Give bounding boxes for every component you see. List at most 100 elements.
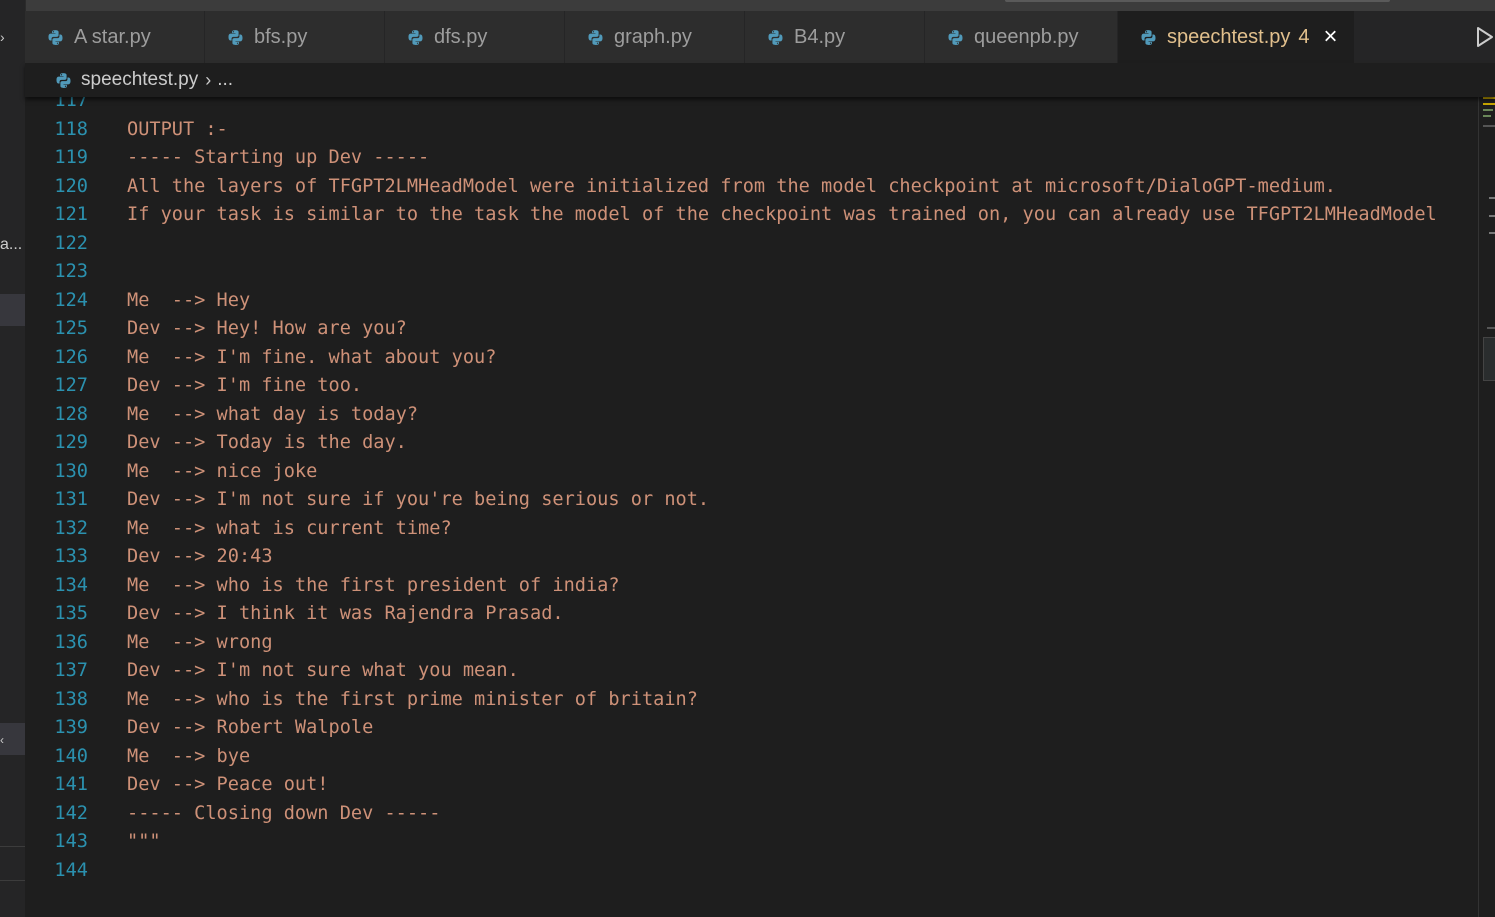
- code-text[interactable]: If your task is similar to the task the …: [127, 201, 1437, 230]
- tab-a-star[interactable]: A star.py: [25, 11, 205, 63]
- code-line[interactable]: 133 Dev --> 20:43: [25, 543, 1478, 572]
- minimap-marker: [1489, 232, 1495, 234]
- editor-scrollbar[interactable]: [1478, 97, 1495, 917]
- tab-dfs[interactable]: dfs.py: [385, 11, 565, 63]
- python-icon: [1141, 29, 1156, 45]
- code-line[interactable]: 144: [25, 857, 1478, 886]
- tab-label: queenpb.py: [974, 25, 1079, 48]
- code-text[interactable]: Dev --> I think it was Rajendra Prasad.: [127, 600, 564, 629]
- minimap-marker: [1489, 215, 1495, 217]
- tab-bar-empty-area: [1355, 11, 1495, 63]
- code-line[interactable]: 123: [25, 258, 1478, 287]
- breadcrumb-file[interactable]: speechtest.py: [81, 69, 198, 91]
- code-line[interactable]: 120 All the layers of TFGPT2LMHeadModel w…: [25, 173, 1478, 202]
- code-text[interactable]: Dev --> I'm fine too.: [127, 372, 362, 401]
- code-line[interactable]: 119 ----- Starting up Dev -----: [25, 144, 1478, 173]
- tab-speechtest[interactable]: speechtest.py 4 ×: [1118, 11, 1355, 63]
- command-center[interactable]: [1005, 0, 1390, 2]
- code-line[interactable]: 143 """: [25, 828, 1478, 857]
- code-line[interactable]: 130 Me --> nice joke: [25, 458, 1478, 487]
- code-line[interactable]: 118 OUTPUT :-: [25, 116, 1478, 145]
- code-text[interactable]: Me --> bye: [127, 743, 250, 772]
- code-text[interactable]: Dev --> Hey! How are you?: [127, 315, 407, 344]
- code-text[interactable]: Me --> wrong: [127, 629, 273, 658]
- code-text[interactable]: ----- Closing down Dev -----: [127, 800, 440, 829]
- code-text[interactable]: Me --> what is current time?: [127, 515, 452, 544]
- code-text[interactable]: Me --> nice joke: [127, 458, 317, 487]
- code-text[interactable]: Dev --> Peace out!: [127, 771, 329, 800]
- line-number: 142: [54, 802, 88, 824]
- sidebar-marker: ‹: [0, 733, 4, 747]
- line-number: 136: [54, 631, 88, 653]
- tab-b4[interactable]: B4.py: [745, 11, 925, 63]
- tab-bfs[interactable]: bfs.py: [205, 11, 385, 63]
- code-line[interactable]: 132 Me --> what is current time?: [25, 515, 1478, 544]
- code-line[interactable]: 117: [25, 97, 1478, 116]
- line-number: 124: [54, 289, 88, 311]
- code-text[interactable]: Dev --> I'm not sure if you're being ser…: [127, 486, 709, 515]
- line-number: 141: [54, 774, 88, 795]
- code-text[interactable]: Me --> Hey: [127, 287, 250, 316]
- chevron-right-icon[interactable]: ›: [0, 29, 5, 45]
- code-line[interactable]: 121 If your task is similar to the task t…: [25, 201, 1478, 230]
- code-line[interactable]: 122: [25, 230, 1478, 259]
- code-text[interactable]: Dev --> Robert Walpole: [127, 714, 373, 743]
- breadcrumb-symbol[interactable]: ...: [217, 69, 233, 91]
- code-editor[interactable]: 117 118 OUTPUT :- 119 ----- Starting up Dev …: [25, 97, 1478, 917]
- code-line[interactable]: 131 Dev --> I'm not sure if you're being …: [25, 486, 1478, 515]
- close-icon[interactable]: ×: [1324, 25, 1338, 49]
- line-number: 138: [54, 688, 88, 710]
- sidebar-selected-row[interactable]: [0, 294, 25, 326]
- minimap-marker: [1483, 97, 1495, 99]
- code-line[interactable]: 140 Me --> bye: [25, 743, 1478, 772]
- code-line[interactable]: 126 Me --> I'm fine. what about you?: [25, 344, 1478, 373]
- code-text[interactable]: Me --> who is the first president of ind…: [127, 572, 620, 601]
- code-text[interactable]: Me --> who is the first prime minister o…: [127, 686, 698, 715]
- tab-label: B4.py: [794, 25, 846, 48]
- line-number: 119: [54, 147, 88, 168]
- scrollbar-thumb[interactable]: [1483, 337, 1495, 381]
- line-number: 125: [54, 318, 88, 339]
- line-number: 121: [54, 204, 88, 225]
- code-line[interactable]: 128 Me --> what day is today?: [25, 401, 1478, 430]
- minimap-marker: [1487, 327, 1495, 329]
- code-text[interactable]: Dev --> I'm not sure what you mean.: [127, 657, 519, 686]
- editor-tab-bar: A star.py bfs.py dfs.py graph.py B4.py q…: [25, 11, 1495, 63]
- minimap-marker: [1483, 103, 1495, 105]
- code-line[interactable]: 139 Dev --> Robert Walpole: [25, 714, 1478, 743]
- code-text[interactable]: All the layers of TFGPT2LMHeadModel were…: [127, 173, 1336, 202]
- code-text[interactable]: Dev --> 20:43: [127, 543, 273, 572]
- code-line[interactable]: 135 Dev --> I think it was Rajendra Prasa…: [25, 600, 1478, 629]
- line-number: 129: [54, 432, 88, 453]
- python-icon: [408, 29, 423, 45]
- code-line[interactable]: 134 Me --> who is the first president of …: [25, 572, 1478, 601]
- code-line[interactable]: 125 Dev --> Hey! How are you?: [25, 315, 1478, 344]
- code-line[interactable]: 124 Me --> Hey: [25, 287, 1478, 316]
- code-text[interactable]: ----- Starting up Dev -----: [127, 144, 429, 173]
- code-line[interactable]: 142 ----- Closing down Dev -----: [25, 800, 1478, 829]
- code-line[interactable]: 136 Me --> wrong: [25, 629, 1478, 658]
- code-text[interactable]: Me --> what day is today?: [127, 401, 418, 430]
- code-line[interactable]: 137 Dev --> I'm not sure what you mean.: [25, 657, 1478, 686]
- code-line[interactable]: 127 Dev --> I'm fine too.: [25, 372, 1478, 401]
- line-number: 131: [54, 489, 88, 510]
- tab-graph[interactable]: graph.py: [565, 11, 745, 63]
- tab-queenpb[interactable]: queenpb.py: [925, 11, 1118, 63]
- code-text[interactable]: OUTPUT :-: [127, 116, 228, 145]
- line-number: 130: [54, 460, 88, 482]
- python-icon: [588, 29, 603, 45]
- code-text[interactable]: Dev --> Today is the day.: [127, 429, 407, 458]
- line-number: 118: [54, 118, 88, 140]
- code-line[interactable]: 141 Dev --> Peace out!: [25, 771, 1478, 800]
- tab-label: A star.py: [74, 25, 151, 48]
- code-line[interactable]: 138 Me --> who is the first prime ministe…: [25, 686, 1478, 715]
- code-text[interactable]: Me --> I'm fine. what about you?: [127, 344, 496, 373]
- python-icon: [228, 29, 243, 45]
- code-text[interactable]: """: [127, 828, 161, 857]
- vscode-window: › a... ‹ A star.py bfs.py dfs.py graph.p…: [0, 0, 1495, 917]
- problems-count-badge: 4: [1298, 25, 1310, 48]
- run-icon[interactable]: [1475, 25, 1495, 49]
- sidebar-truncated-item[interactable]: a...: [0, 236, 22, 254]
- code-line[interactable]: 129 Dev --> Today is the day.: [25, 429, 1478, 458]
- sidebar-divider: [0, 880, 25, 881]
